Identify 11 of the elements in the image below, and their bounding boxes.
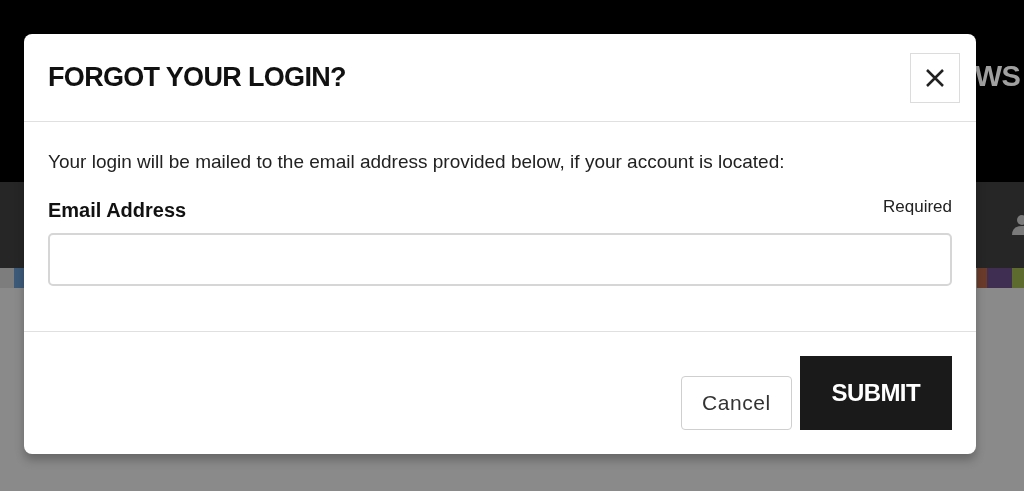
close-icon xyxy=(925,67,945,88)
field-label: Email Address xyxy=(48,198,187,224)
dialog-message: Your login will be mailed to the email address provided below, if your account is located: xyxy=(48,150,786,174)
close-button[interactable] xyxy=(910,52,960,103)
dialog-title: FORGOT YOUR LOGIN? xyxy=(48,61,346,95)
email-field[interactable] xyxy=(48,233,952,287)
submit-button[interactable]: SUBMIT xyxy=(799,356,952,430)
nav-link[interactable]: WS xyxy=(974,62,1020,91)
required-note: Required xyxy=(883,195,952,218)
cancel-button[interactable]: Cancel xyxy=(681,376,792,430)
user-icon[interactable] xyxy=(1010,214,1024,236)
